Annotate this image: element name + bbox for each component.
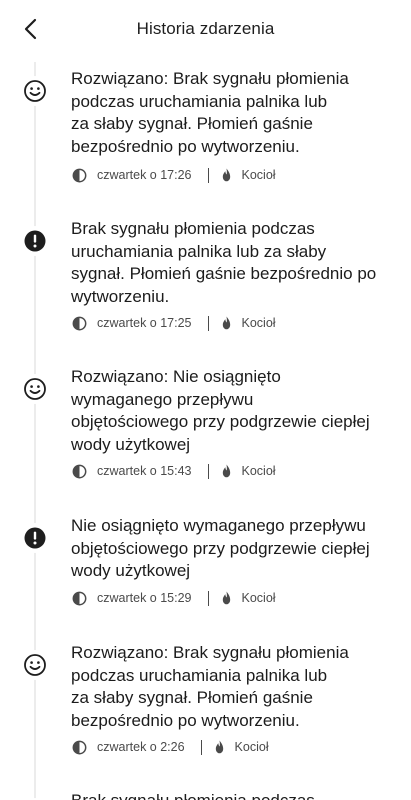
page-title: Historia zdarzenia bbox=[136, 19, 275, 38]
flame-icon bbox=[222, 168, 231, 182]
event-message: Brak sygnału płomienia podczas uruchamia… bbox=[71, 219, 377, 306]
event-time: czwartek o 15:29 bbox=[97, 591, 192, 605]
clock-icon bbox=[72, 168, 87, 183]
event-time: czwartek o 15:43 bbox=[97, 464, 192, 478]
timeline-line bbox=[34, 62, 36, 800]
event-timeline[interactable]: Rozwiązano: Brak sygnału płomienia podcz… bbox=[0, 62, 411, 800]
event-device: Kocioł bbox=[241, 591, 276, 605]
event-device: Kocioł bbox=[241, 464, 276, 478]
meta-divider bbox=[207, 167, 209, 183]
meta-divider bbox=[207, 590, 209, 606]
clock-icon bbox=[72, 591, 87, 606]
event-device: Kocioł bbox=[241, 168, 276, 182]
event-message: Rozwiązano: Brak sygnału płomienia podcz… bbox=[71, 643, 349, 730]
smiley-icon bbox=[20, 650, 50, 680]
meta-divider bbox=[200, 739, 202, 755]
clock-icon bbox=[72, 464, 87, 479]
event-meta: czwartek o 17:26 Kocioł bbox=[72, 166, 276, 184]
event-meta: czwartek o 15:43 Kocioł bbox=[72, 462, 276, 480]
smiley-icon bbox=[20, 374, 50, 404]
app-header: Historia zdarzenia bbox=[0, 0, 411, 62]
event-device: Kocioł bbox=[234, 740, 269, 754]
flame-icon bbox=[222, 316, 231, 330]
event-time: czwartek o 2:26 bbox=[97, 740, 185, 754]
flame-icon bbox=[215, 740, 224, 754]
event-device: Kocioł bbox=[241, 316, 276, 330]
meta-divider bbox=[207, 463, 209, 479]
event-message: Rozwiązano: Nie osiągnięto wymaganego pr… bbox=[71, 367, 370, 454]
event-message: Rozwiązano: Brak sygnału płomienia podcz… bbox=[71, 69, 349, 156]
exclamation-icon bbox=[20, 226, 50, 256]
event-message: Brak sygnału płomienia podczas bbox=[71, 790, 401, 800]
clock-icon bbox=[72, 740, 87, 755]
event-meta: czwartek o 17:25 Kocioł bbox=[72, 314, 276, 332]
event-meta: czwartek o 15:29 Kocioł bbox=[72, 589, 276, 607]
event-meta: czwartek o 2:26 Kocioł bbox=[72, 738, 269, 756]
flame-icon bbox=[222, 591, 231, 605]
clock-icon bbox=[72, 316, 87, 331]
event-message: Nie osiągnięto wymaganego przepływu obję… bbox=[71, 516, 370, 580]
meta-divider bbox=[207, 315, 209, 331]
exclamation-icon bbox=[20, 523, 50, 553]
event-time: czwartek o 17:26 bbox=[97, 168, 192, 182]
smiley-icon bbox=[20, 76, 50, 106]
event-time: czwartek o 17:25 bbox=[97, 316, 192, 330]
flame-icon bbox=[222, 464, 231, 478]
